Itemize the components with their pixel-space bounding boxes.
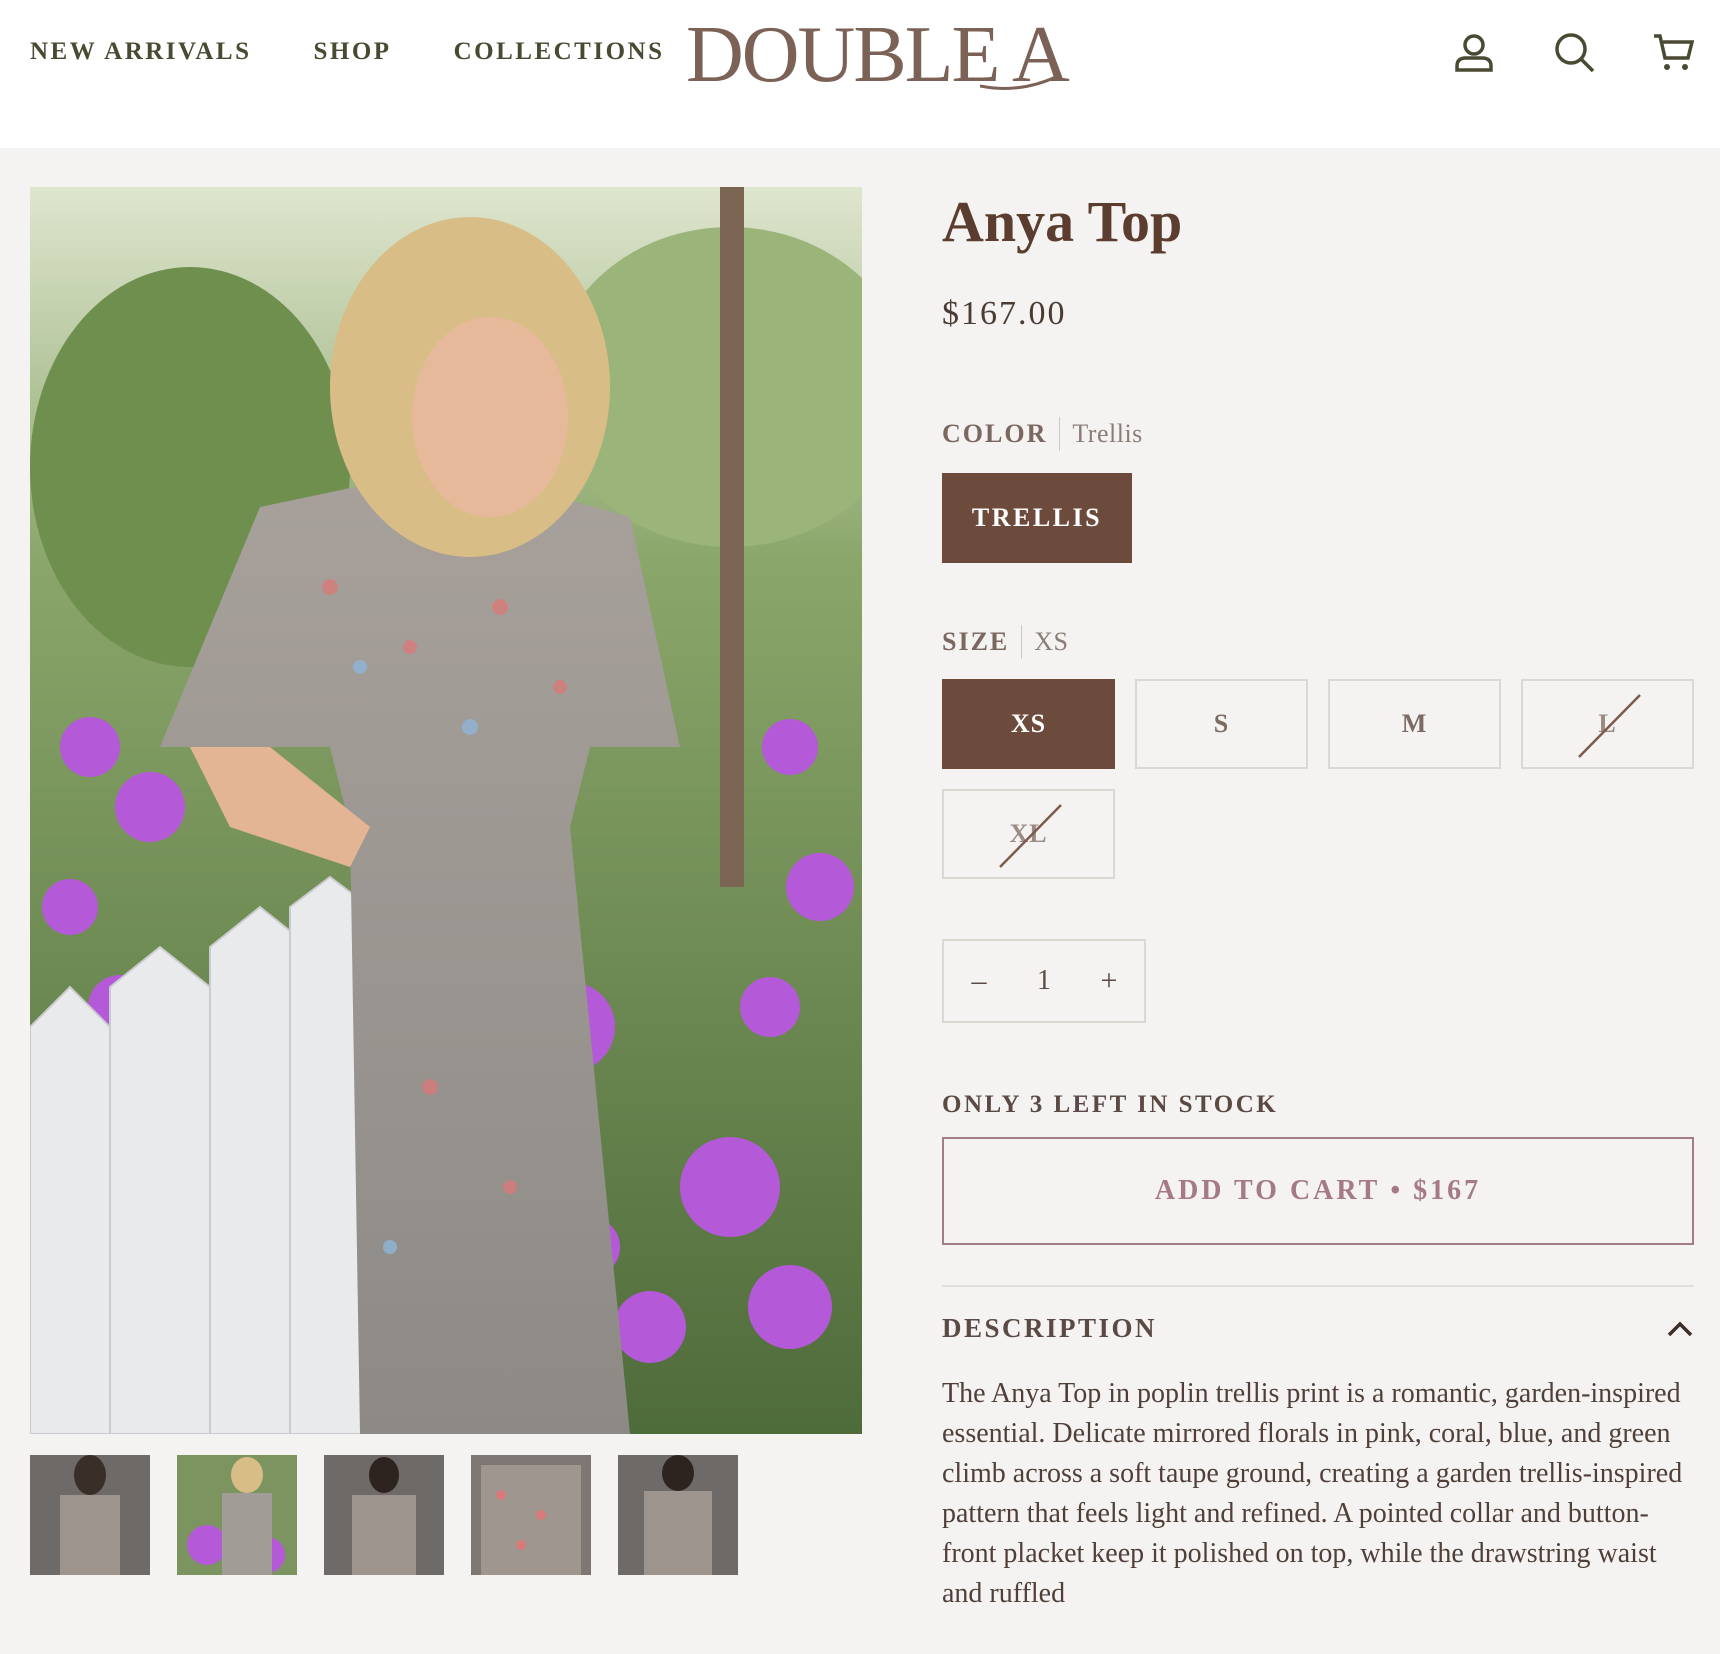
stock-notice: ONLY 3 LEFT IN STOCK <box>942 1091 1279 1118</box>
thumbnail-3[interactable] <box>324 1455 444 1575</box>
separator-dot: • <box>1390 1175 1404 1206</box>
add-to-cart-label: ADD TO CART <box>1154 1175 1381 1206</box>
description-label: DESCRIPTION <box>942 1313 1158 1343</box>
add-to-cart-button[interactable]: ADD TO CART • $167 <box>942 1137 1694 1245</box>
add-to-cart-price: $167 <box>1413 1175 1482 1206</box>
nav-collections[interactable]: COLLECTIONS <box>454 38 665 66</box>
soldout-strike <box>1578 694 1641 758</box>
size-option-xl[interactable]: XL <box>942 789 1115 879</box>
label-separator <box>1059 417 1061 451</box>
color-value: Trellis <box>1072 419 1143 448</box>
color-label: COLOR <box>942 419 1048 448</box>
header-icons <box>1452 30 1696 74</box>
description-toggle[interactable]: DESCRIPTION <box>942 1313 1694 1344</box>
label-separator <box>1021 625 1023 659</box>
quantity-stepper: – 1 + <box>942 939 1146 1023</box>
description-text: The Anya Top in poplin trellis print is … <box>942 1378 1683 1609</box>
logo-swash <box>980 74 1059 90</box>
product-main-image[interactable] <box>30 187 862 1434</box>
color-option-trellis[interactable]: TRELLIS <box>942 473 1132 563</box>
thumbnail-strip <box>30 1455 738 1575</box>
thumbnail-1[interactable] <box>30 1455 150 1575</box>
size-option-m[interactable]: M <box>1328 679 1501 769</box>
size-value: XS <box>1034 627 1069 656</box>
main-nav: NEW ARRIVALS SHOP COLLECTIONS <box>30 38 664 66</box>
thumbnail-4[interactable] <box>471 1455 591 1575</box>
size-option-xs[interactable]: XS <box>942 679 1115 769</box>
divider <box>942 1285 1694 1287</box>
product-price: $167.00 <box>942 295 1067 332</box>
qty-value[interactable]: 1 <box>1037 965 1051 997</box>
account-icon[interactable] <box>1452 30 1496 74</box>
nav-new-arrivals[interactable]: NEW ARRIVALS <box>30 38 252 66</box>
thumbnail-5[interactable] <box>618 1455 738 1575</box>
nav-shop[interactable]: SHOP <box>314 38 392 66</box>
thumbnail-2[interactable] <box>177 1455 297 1575</box>
search-icon[interactable] <box>1552 30 1596 74</box>
qty-decrease-button[interactable]: – <box>964 964 994 998</box>
product-info: Anya Top $167.00 COLOR Trellis TRELLIS S… <box>942 187 1694 1614</box>
model-photo <box>30 187 862 1434</box>
size-label: SIZE <box>942 627 1010 656</box>
color-label-row: COLOR Trellis <box>942 417 1694 451</box>
size-label-row: SIZE XS <box>942 625 1694 659</box>
cart-icon[interactable] <box>1652 30 1696 74</box>
product-title: Anya Top <box>942 189 1183 254</box>
size-option-l[interactable]: L <box>1521 679 1694 769</box>
qty-increase-button[interactable]: + <box>1094 964 1124 998</box>
chevron-up-icon[interactable] <box>1666 1320 1694 1338</box>
soldout-strike <box>999 804 1062 868</box>
site-header: NEW ARRIVALS SHOP COLLECTIONS DOUBLE A <box>0 0 1720 148</box>
size-options: XS S M L XL <box>942 679 1694 879</box>
size-option-s[interactable]: S <box>1135 679 1308 769</box>
